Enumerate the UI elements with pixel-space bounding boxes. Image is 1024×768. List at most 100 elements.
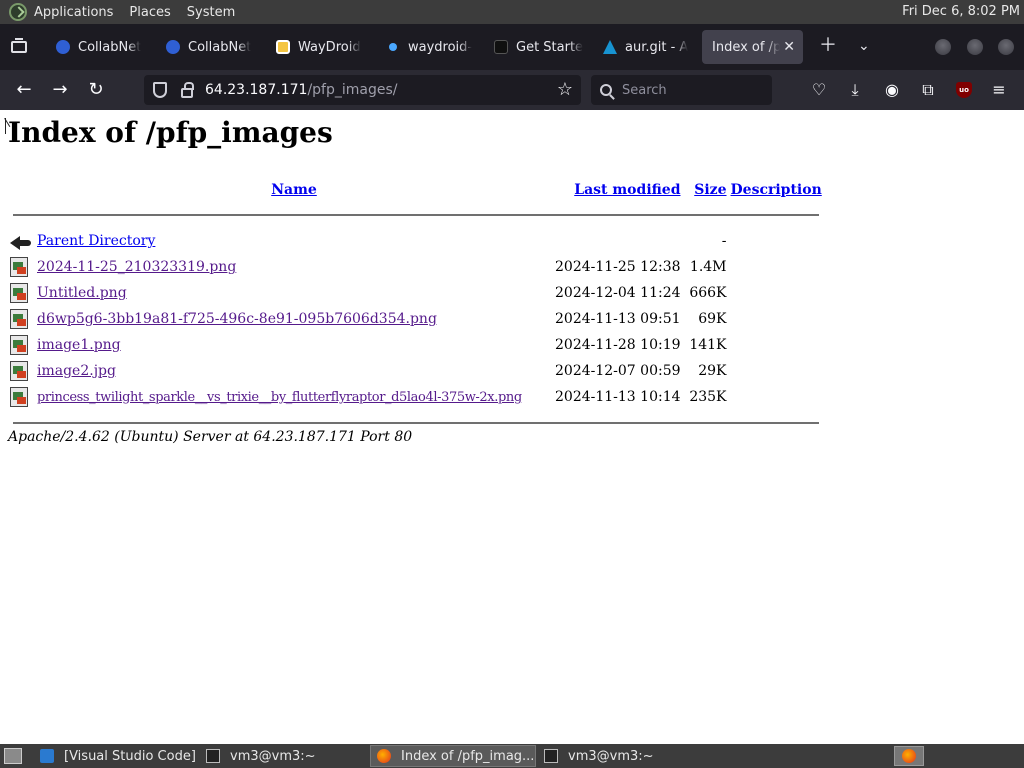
tab-waydroid-2[interactable]: waydroid-: [380, 30, 480, 64]
terminal-icon: [206, 749, 220, 763]
collabnet-icon: [56, 40, 70, 54]
tab-strip: CollabNet CollabNet WayDroid waydroid- G…: [0, 24, 1024, 70]
tab-aur-git[interactable]: aur.git - A: [597, 30, 697, 64]
modified-cell: 2024-11-25 12:38: [555, 259, 681, 275]
ublock-origin-icon[interactable]: uo: [956, 82, 972, 98]
taskbar-item-terminal-1[interactable]: vm3@vm3:~: [200, 745, 366, 767]
file-link[interactable]: Untitled.png: [37, 285, 127, 301]
tab-get-started[interactable]: Get Starte: [488, 30, 588, 64]
page-title: Index of /pfp_images: [8, 116, 333, 149]
minimize-window-icon[interactable]: [935, 39, 951, 55]
image-file-icon: [10, 361, 28, 381]
tab-title: CollabNet: [188, 39, 252, 55]
size-cell: 235K: [689, 389, 727, 405]
size-cell: 666K: [689, 285, 727, 301]
tab-title: CollabNet: [78, 39, 142, 55]
description-cell: [729, 228, 824, 254]
table-row: 2024-11-25_210323319.png 2024-11-25 12:3…: [8, 254, 824, 280]
navigation-toolbar: ← → ↻ 64.23.187.171/pfp_images/ ☆ ♡ ⤓ ◉ …: [0, 70, 1024, 110]
size-cell: 1.4M: [689, 259, 727, 275]
file-link[interactable]: 2024-11-25_210323319.png: [37, 259, 236, 275]
modified-cell: 2024-12-04 11:24: [555, 285, 681, 301]
file-link[interactable]: image2.jpg: [37, 363, 116, 379]
vscode-icon: [40, 749, 54, 763]
divider: [13, 214, 819, 216]
modified-cell: [553, 228, 683, 254]
modified-cell: 2024-11-13 09:51: [555, 311, 681, 327]
image-file-icon: [10, 387, 28, 407]
hamburger-menu-icon[interactable]: ≡: [988, 79, 1010, 101]
file-link[interactable]: princess_twilight_sparkle__vs_trixie__by…: [37, 390, 522, 405]
account-icon[interactable]: ◉: [881, 79, 903, 101]
collabnet-icon: [166, 40, 180, 54]
close-window-icon[interactable]: [998, 39, 1014, 55]
image-file-icon: [10, 309, 28, 329]
chevron-down-icon[interactable]: ⌄: [858, 36, 870, 56]
sort-by-description-link[interactable]: Description: [731, 182, 822, 198]
description-cell: [729, 254, 824, 280]
tab-collabnet-1[interactable]: CollabNet: [50, 30, 150, 64]
menu-system[interactable]: System: [187, 5, 235, 20]
firefox-view-button[interactable]: [0, 24, 38, 70]
description-cell: [729, 332, 824, 358]
menu-applications[interactable]: Applications: [34, 5, 113, 20]
taskbar-item-label: [Visual Studio Code]: [64, 748, 196, 764]
size-cell: 141K: [689, 337, 727, 353]
close-tab-icon[interactable]: ✕: [783, 39, 795, 55]
workspace-switcher[interactable]: [894, 746, 924, 766]
maximize-window-icon[interactable]: [967, 39, 983, 55]
menu-places[interactable]: Places: [129, 5, 170, 20]
waydroid-icon: [276, 40, 290, 54]
shield-icon[interactable]: [153, 82, 167, 98]
lock-icon[interactable]: [181, 81, 194, 98]
firefox-icon: [902, 749, 916, 763]
description-cell: [729, 306, 824, 332]
icon-header: [8, 178, 35, 202]
tab-title: aur.git - A: [625, 39, 689, 55]
image-file-icon: [10, 257, 28, 277]
new-tab-icon[interactable]: ＋: [819, 36, 837, 56]
url-bar[interactable]: 64.23.187.171/pfp_images/ ☆: [144, 75, 581, 105]
taskbar-item-label: vm3@vm3:~: [230, 748, 316, 764]
taskbar-item-vscode[interactable]: [Visual Studio Code]: [34, 745, 196, 767]
taskbar-item-terminal-2[interactable]: vm3@vm3:~: [538, 745, 704, 767]
parent-directory-link[interactable]: Parent Directory: [37, 233, 155, 249]
back-icon[interactable]: ←: [13, 79, 35, 101]
show-desktop-icon: [4, 748, 22, 764]
clock[interactable]: Fri Dec 6, 8:02 PM: [902, 4, 1020, 19]
page-icon: [494, 40, 508, 54]
file-link[interactable]: d6wp5g6-3bb19a81-f725-496c-8e91-095b7606…: [37, 311, 437, 327]
size-cell: 69K: [698, 311, 727, 327]
downloads-icon[interactable]: ⤓: [844, 79, 866, 101]
distro-logo-icon[interactable]: [9, 3, 27, 21]
show-desktop-button[interactable]: [0, 745, 26, 767]
taskbar-item-firefox[interactable]: Index of /pfp_imag...: [370, 745, 536, 767]
size-cell: -: [721, 233, 727, 249]
tab-index-pfp-images[interactable]: Index of /pf ✕: [702, 30, 803, 64]
search-icon: [600, 84, 612, 96]
table-row: Untitled.png 2024-12-04 11:24 666K: [8, 280, 824, 306]
description-cell: [729, 280, 824, 306]
sort-by-size-link[interactable]: Size: [694, 182, 726, 198]
tab-collabnet-2[interactable]: CollabNet: [160, 30, 260, 64]
directory-listing: Name Last modified Size Description Pare…: [8, 178, 824, 436]
bookmark-star-icon[interactable]: ☆: [557, 79, 573, 100]
forward-icon[interactable]: →: [49, 79, 71, 101]
terminal-icon: [544, 749, 558, 763]
search-input[interactable]: [622, 82, 762, 98]
url-path: /pfp_images/: [307, 82, 398, 98]
tab-waydroid[interactable]: WayDroid: [270, 30, 370, 64]
sort-by-last-modified-link[interactable]: Last modified: [574, 182, 680, 198]
table-row: Parent Directory -: [8, 228, 824, 254]
tab-title: Index of /pf: [712, 39, 780, 55]
file-link[interactable]: image1.png: [37, 337, 121, 353]
description-cell: [729, 384, 824, 410]
url-text[interactable]: 64.23.187.171/pfp_images/: [205, 82, 397, 98]
sort-by-name-link[interactable]: Name: [271, 182, 317, 198]
table-row: princess_twilight_sparkle__vs_trixie__by…: [8, 384, 824, 410]
search-bar[interactable]: [591, 75, 772, 105]
reload-icon[interactable]: ↻: [85, 79, 107, 101]
extensions-icon[interactable]: ⧉: [917, 79, 939, 101]
pocket-icon[interactable]: ♡: [808, 79, 830, 101]
last-modified-header: Last modified: [553, 178, 683, 202]
